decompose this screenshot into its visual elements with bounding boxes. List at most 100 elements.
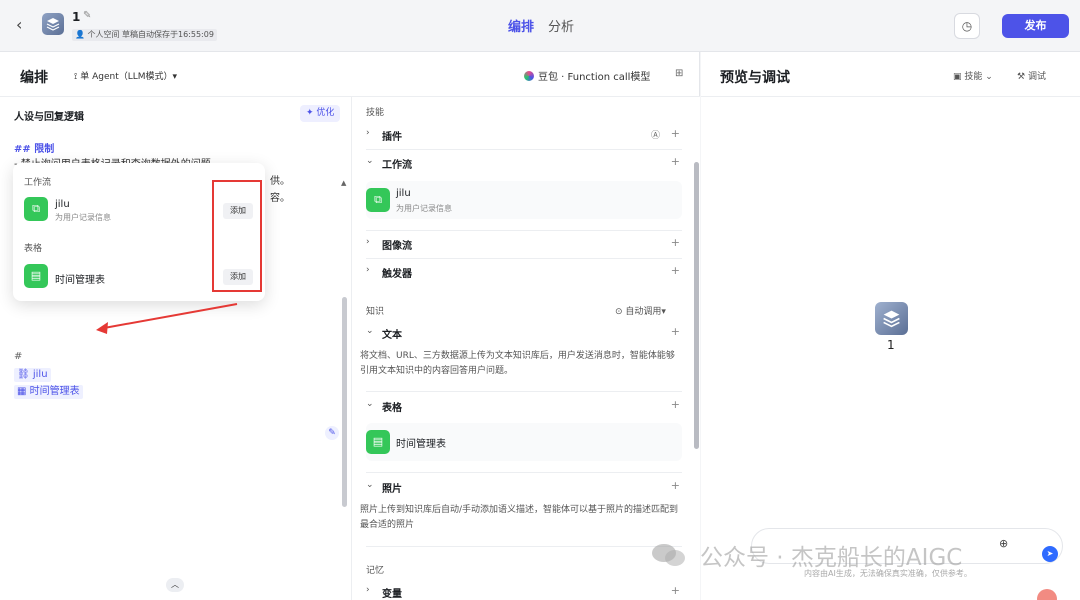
workflow-reference-tag[interactable]: ⛓ jilu xyxy=(14,368,51,382)
chevron-right-icon: › xyxy=(366,237,370,247)
preview-panel: 预览与调试 ▣ 技能 ⌄ ⚒ 调试 1 ⊕ ➤ 内容由AI生成，无法确保真实准确… xyxy=(701,52,1080,600)
variable-row[interactable]: › 变量 + xyxy=(366,583,682,600)
popup-workflow-section: 工作流 xyxy=(24,178,52,188)
tab-analysis[interactable]: 分析 xyxy=(548,16,574,35)
workflow-row[interactable]: ⌄ 工作流 + xyxy=(366,154,682,174)
debug-label: 调试 xyxy=(1027,72,1046,82)
layout-icon[interactable]: ⊞ xyxy=(675,68,683,79)
app-avatar xyxy=(42,13,64,35)
optimize-button[interactable]: ✦ 优化 xyxy=(300,105,341,122)
model-label: 豆包 · Function call模型 xyxy=(538,72,651,83)
add-icon[interactable]: + xyxy=(671,155,680,168)
draft-status: 草稿自动保存于16:55:09 xyxy=(119,29,217,41)
editor-title: 编排 xyxy=(20,70,48,86)
chevron-down-icon: ⌄ xyxy=(366,480,374,490)
add-icon[interactable]: + xyxy=(671,584,680,597)
table-icon: ▤ xyxy=(366,430,390,454)
trigger-label: 触发器 xyxy=(382,269,412,280)
divider xyxy=(366,472,682,473)
photo-description: 照片上传到知识库后自动/手动添加语义描述，智能体可以基于照片的描述匹配到最合适的… xyxy=(360,505,679,530)
divider xyxy=(366,258,682,259)
workflow-ref-label: jilu xyxy=(32,369,48,380)
tab-arrange[interactable]: 编排 xyxy=(508,16,534,35)
mode-select[interactable]: ⟟ 单 Agent（LLM模式）▾ xyxy=(74,69,177,82)
chevron-right-icon: › xyxy=(366,265,370,275)
add-icon[interactable]: + xyxy=(671,264,680,277)
prompt-fragment: 供。 xyxy=(270,176,290,187)
knowledge-label: 知识 xyxy=(366,307,385,317)
auto-call-select[interactable]: ⊙ 自动调用▾ xyxy=(615,304,666,317)
reference-glyph: # xyxy=(14,351,23,362)
table-row[interactable]: ⌄ 表格 + xyxy=(366,397,682,417)
edit-icon[interactable]: ✎ xyxy=(83,10,91,21)
model-select[interactable]: 豆包 · Function call模型 xyxy=(524,68,650,83)
add-icon[interactable]: + xyxy=(671,479,680,492)
editor-panel: 编排 ⟟ 单 Agent（LLM模式）▾ 豆包 · Function call模… xyxy=(0,52,700,600)
memory-label: 记忆 xyxy=(366,566,385,576)
table-reference-tag[interactable]: ▦ 时间管理表 xyxy=(14,385,83,399)
back-arrow-icon[interactable]: ‹ xyxy=(16,16,30,34)
pen-icon[interactable]: ✎ xyxy=(325,426,339,440)
divider xyxy=(366,546,682,547)
add-icon[interactable]: + xyxy=(671,325,680,338)
chevron-down-icon: ⌄ xyxy=(366,326,374,336)
publish-button[interactable]: 发布 xyxy=(1002,14,1069,38)
workflow-icon: ⧉ xyxy=(24,197,48,221)
workflow-card[interactable]: ⧉ jilu 为用户记录信息 xyxy=(366,181,682,219)
popup-workflow-name: jilu xyxy=(55,199,70,210)
trigger-row[interactable]: › 触发器 + xyxy=(366,263,682,283)
text-row[interactable]: ⌄ 文本 + xyxy=(366,324,682,344)
auto-call-label: 自动调用▾ xyxy=(625,307,666,317)
photo-label: 照片 xyxy=(382,484,402,495)
imageflow-row[interactable]: › 图像流 + xyxy=(366,235,682,255)
scrollbar[interactable] xyxy=(342,297,347,507)
persona-title: 人设与回复逻辑 xyxy=(14,112,84,123)
divider xyxy=(366,391,682,392)
collapse-up-icon[interactable]: ︿ xyxy=(166,578,184,592)
bot-avatar xyxy=(875,302,908,335)
scrollbar[interactable] xyxy=(694,162,699,449)
mode-label: 单 Agent（LLM模式）▾ xyxy=(80,72,178,82)
popup-table-name: 时间管理表 xyxy=(55,275,105,286)
auto-icon[interactable]: Ⓐ xyxy=(651,128,660,141)
highlight-box xyxy=(212,180,262,292)
plugin-row[interactable]: › 插件 Ⓐ + xyxy=(366,126,682,146)
optimize-label: 优化 xyxy=(316,108,335,118)
space-label: 个人空间 xyxy=(87,30,120,39)
send-icon[interactable]: ➤ xyxy=(1042,546,1058,562)
add-icon[interactable]: + xyxy=(671,398,680,411)
model-icon xyxy=(524,71,534,81)
chevron-down-icon: ⌄ xyxy=(366,399,374,409)
space-badge: 👤 个人空间 xyxy=(72,29,123,41)
skills-section: 技能 › 插件 Ⓐ + ⌄ 工作流 + ⧉ jilu 为用户记录信息 › 图像流… xyxy=(353,97,700,600)
text-label: 文本 xyxy=(382,330,402,341)
table-card[interactable]: ▤ 时间管理表 xyxy=(366,423,682,461)
preview-title: 预览与调试 xyxy=(720,70,790,86)
chevron-right-icon: › xyxy=(366,585,370,595)
popup-workflow-desc: 为用户记录信息 xyxy=(55,213,111,222)
table-icon: ▤ xyxy=(24,264,48,288)
skill-dropdown[interactable]: ▣ 技能 ⌄ xyxy=(953,69,993,82)
prompt-heading: ## 限制 xyxy=(14,144,55,155)
skill-label: 技能 xyxy=(964,72,983,82)
add-attachment-icon[interactable]: ⊕ xyxy=(999,537,1008,550)
plugin-label: 插件 xyxy=(382,132,402,143)
history-icon[interactable]: ◷ xyxy=(954,13,980,39)
divider xyxy=(701,96,1080,97)
photo-row[interactable]: ⌄ 照片 + xyxy=(366,478,682,498)
wechat-icon xyxy=(652,544,685,566)
add-icon[interactable]: + xyxy=(671,236,680,249)
scroll-up-icon[interactable]: ▲ xyxy=(341,179,346,187)
debug-button[interactable]: ⚒ 调试 xyxy=(1017,69,1046,82)
divider xyxy=(366,149,682,150)
table-name: 时间管理表 xyxy=(396,439,446,450)
workflow-icon: ⧉ xyxy=(366,188,390,212)
table-label: 表格 xyxy=(382,403,402,414)
watermark: 公众号 · 杰克船长的AIGC xyxy=(700,545,963,571)
divider xyxy=(366,230,682,231)
workflow-desc: 为用户记录信息 xyxy=(396,204,452,213)
popup-table-section: 表格 xyxy=(24,244,43,254)
text-description: 将文档、URL、三方数据源上传为文本知识库后，用户发送消息时，智能体能够引用文本… xyxy=(360,351,675,376)
top-bar: ‹ 1 ✎ 👤 个人空间 草稿自动保存于16:55:09 编排 分析 ◷ 发布 xyxy=(0,0,1080,52)
add-icon[interactable]: + xyxy=(671,127,680,140)
